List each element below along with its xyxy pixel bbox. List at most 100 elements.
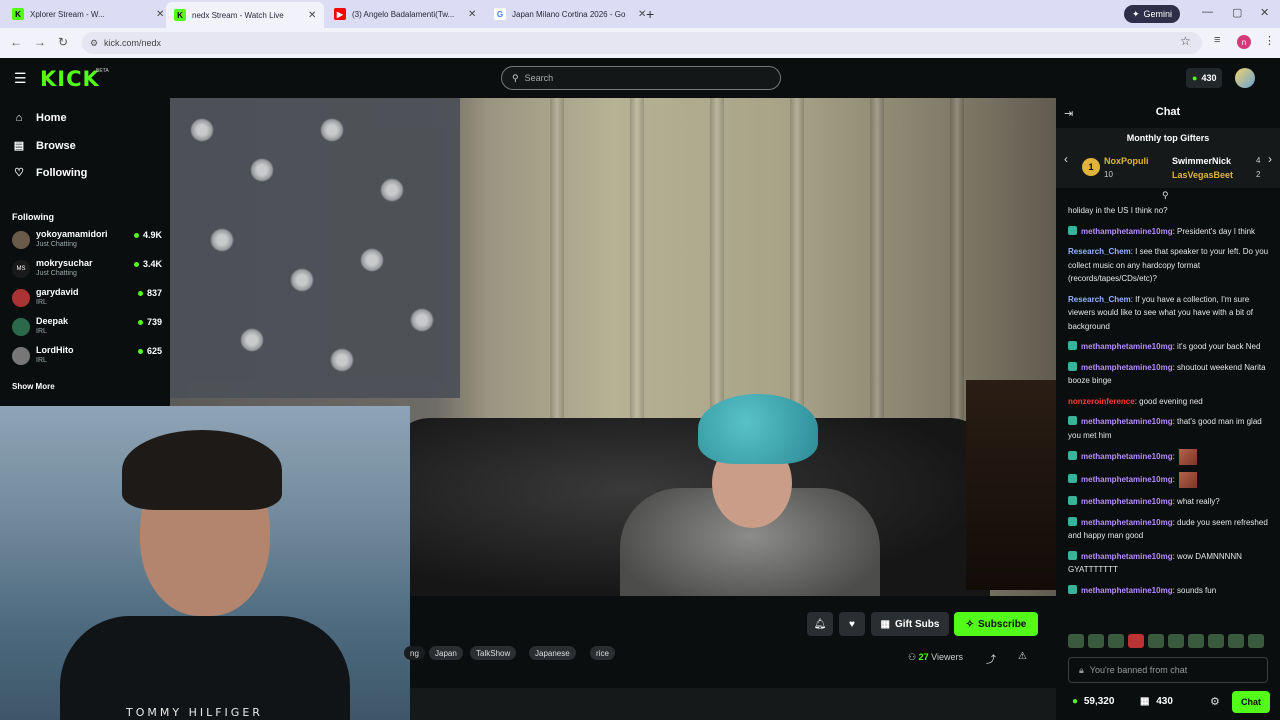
- close-window-icon[interactable]: ✕: [1260, 6, 1269, 19]
- profile-avatar[interactable]: n: [1237, 35, 1251, 49]
- back-icon[interactable]: ←: [10, 35, 22, 49]
- kicks-balance-chat[interactable]: ● 59,320: [1072, 696, 1114, 707]
- media-control-icon[interactable]: ≡: [1214, 34, 1220, 46]
- chevron-left-icon[interactable]: ‹: [1064, 152, 1068, 166]
- tab-xplorer[interactable]: K Xplorer Stream - W... ✕: [4, 4, 172, 24]
- chat-send-button[interactable]: Chat: [1232, 691, 1270, 713]
- collapse-chat-icon[interactable]: ⇥: [1064, 107, 1073, 120]
- site-info-icon[interactable]: ⚙: [90, 38, 98, 49]
- heart-icon: ♡: [14, 167, 24, 179]
- channel-name: garydavid: [36, 287, 79, 297]
- chat-username[interactable]: methamphetamine10mg: [1081, 475, 1173, 484]
- sidebar-item-browse[interactable]: ▤ Browse: [12, 139, 76, 153]
- chat-username[interactable]: methamphetamine10mg: [1081, 518, 1173, 527]
- close-tab-icon[interactable]: ✕: [156, 9, 164, 20]
- chat-message: methamphetamine10mg: it's good your back…: [1068, 340, 1274, 354]
- chat-message: methamphetamine10mg: what really?: [1068, 495, 1274, 509]
- stream-tag[interactable]: TalkShow: [470, 646, 517, 660]
- gifter-name[interactable]: NoxPopuli: [1104, 156, 1149, 166]
- search-placeholder: Search: [524, 73, 554, 83]
- kicks-balance: 430: [1201, 73, 1217, 83]
- live-viewer-count: 3.4K: [134, 259, 162, 269]
- url-bar[interactable]: ⚙ kick.com/nedx: [82, 32, 1202, 54]
- reload-icon[interactable]: ↻: [58, 35, 68, 49]
- kicks-coin-icon: ●: [1072, 696, 1079, 707]
- chat-username[interactable]: methamphetamine10mg: [1081, 586, 1173, 595]
- tab-nedx[interactable]: K nedx Stream - Watch Live ✕: [166, 2, 325, 28]
- maximize-icon[interactable]: ▢: [1232, 6, 1242, 19]
- live-viewer-count: 4.9K: [134, 230, 162, 240]
- webcam-person-body: [60, 616, 350, 720]
- star-icon: ✧: [965, 618, 975, 630]
- channel-category: IRL: [36, 328, 47, 335]
- notification-bell-button[interactable]: 🔔︎: [807, 612, 833, 636]
- browser-menu-icon[interactable]: ⋮: [1264, 34, 1275, 47]
- chat-username[interactable]: Research_Chem: [1068, 295, 1131, 304]
- chat-username[interactable]: methamphetamine10mg: [1081, 342, 1173, 351]
- pinned-toggle-icon[interactable]: ⚲: [1162, 190, 1169, 201]
- chat-username[interactable]: methamphetamine10mg: [1081, 227, 1173, 236]
- gift-count-chat[interactable]: ▦ 430: [1140, 696, 1173, 707]
- chevron-right-icon[interactable]: ›: [1268, 152, 1272, 166]
- sidebar-item-home[interactable]: ⌂ Home: [12, 112, 67, 124]
- stream-tag[interactable]: Japan: [429, 646, 463, 660]
- chat-username[interactable]: nonzeroinference: [1068, 397, 1135, 406]
- followed-channel[interactable]: Deepak IRL 739: [12, 316, 162, 342]
- subscriber-badge-icon: [1068, 550, 1077, 560]
- tab-youtube[interactable]: ▶ (3) Angelo Badalamenti(Tw... ✕: [326, 4, 484, 24]
- chat-text: : it's good your back Ned: [1172, 342, 1261, 351]
- browser-tab-bar: K Xplorer Stream - W... ✕ K nedx Stream …: [0, 0, 1280, 28]
- report-icon[interactable]: ⚠: [1018, 651, 1027, 662]
- chat-username[interactable]: methamphetamine10mg: [1081, 417, 1173, 426]
- minimize-icon[interactable]: —: [1202, 6, 1213, 18]
- chat-username[interactable]: methamphetamine10mg: [1081, 497, 1173, 506]
- gifter-name[interactable]: LasVegasBeet: [1172, 170, 1233, 180]
- gifter-rank-badge: 1: [1082, 158, 1100, 176]
- followed-channel[interactable]: yokoyamamidori Just Chatting 4.9K: [12, 229, 162, 255]
- tab-title: nedx Stream - Watch Live: [192, 10, 284, 20]
- search-input[interactable]: ⚲ Search: [501, 66, 781, 90]
- sidebar-item-following[interactable]: ♡ Following: [12, 166, 88, 180]
- chat-username[interactable]: methamphetamine10mg: [1081, 363, 1173, 372]
- user-avatar[interactable]: [1235, 68, 1255, 88]
- bookmark-star-icon[interactable]: ☆: [1180, 34, 1191, 48]
- followed-channel[interactable]: garydavid IRL 837: [12, 287, 162, 313]
- gear-icon[interactable]: ⚙: [1210, 695, 1220, 708]
- followed-channel[interactable]: MS mokrysuchar Just Chatting 3.4K: [12, 258, 162, 284]
- channel-category: IRL: [36, 299, 47, 306]
- new-tab-icon[interactable]: +: [646, 6, 654, 22]
- chat-messages: holiday in the US I think no? methampheta…: [1068, 204, 1274, 604]
- gift-subs-button[interactable]: ▦ Gift Subs: [871, 612, 949, 636]
- tab-google[interactable]: G Japan Milano Cortina 2026 - Go ✕: [486, 4, 654, 24]
- gemini-button[interactable]: ✦ Gemini: [1124, 5, 1181, 23]
- chat-username[interactable]: methamphetamine10mg: [1081, 452, 1173, 461]
- viewer-number: 27: [918, 652, 929, 662]
- follow-button[interactable]: ♥: [839, 612, 865, 636]
- channel-category: Just Chatting: [36, 270, 77, 277]
- kicks-coin-icon: ●: [1192, 73, 1198, 83]
- menu-icon[interactable]: ☰: [14, 70, 27, 87]
- stream-tag[interactable]: ng: [404, 646, 425, 660]
- emote-bar[interactable]: [1068, 634, 1274, 650]
- kick-logo[interactable]: KICK: [40, 67, 100, 91]
- chat-username[interactable]: Research_Chem: [1068, 247, 1131, 256]
- stream-tag[interactable]: rice: [590, 646, 615, 660]
- avatar: [12, 231, 30, 249]
- kicks-balance-button[interactable]: ● 430: [1186, 68, 1223, 88]
- chat-input-banned: 🔒︎ You're banned from chat: [1068, 657, 1268, 683]
- close-tab-icon[interactable]: ✕: [468, 9, 476, 20]
- forward-icon[interactable]: →: [34, 35, 46, 49]
- chat-username[interactable]: methamphetamine10mg: [1081, 552, 1173, 561]
- stream-tag[interactable]: Japanese: [529, 646, 576, 660]
- channel-name: Deepak: [36, 316, 69, 326]
- followed-channel[interactable]: LordHito IRL 625: [12, 345, 162, 371]
- gifter-name[interactable]: SwimmerNick: [1172, 156, 1231, 166]
- chat-title: Chat: [1155, 106, 1181, 118]
- close-tab-icon[interactable]: ✕: [308, 10, 316, 21]
- sparkle-icon: ✦: [1132, 8, 1140, 19]
- emote-image: [1178, 449, 1197, 465]
- show-more-link[interactable]: Show More: [12, 382, 55, 391]
- sidebar-item-label: Following: [36, 166, 88, 179]
- subscribe-button[interactable]: ✧ Subscribe: [954, 612, 1038, 636]
- share-icon[interactable]: ⤴: [986, 651, 996, 666]
